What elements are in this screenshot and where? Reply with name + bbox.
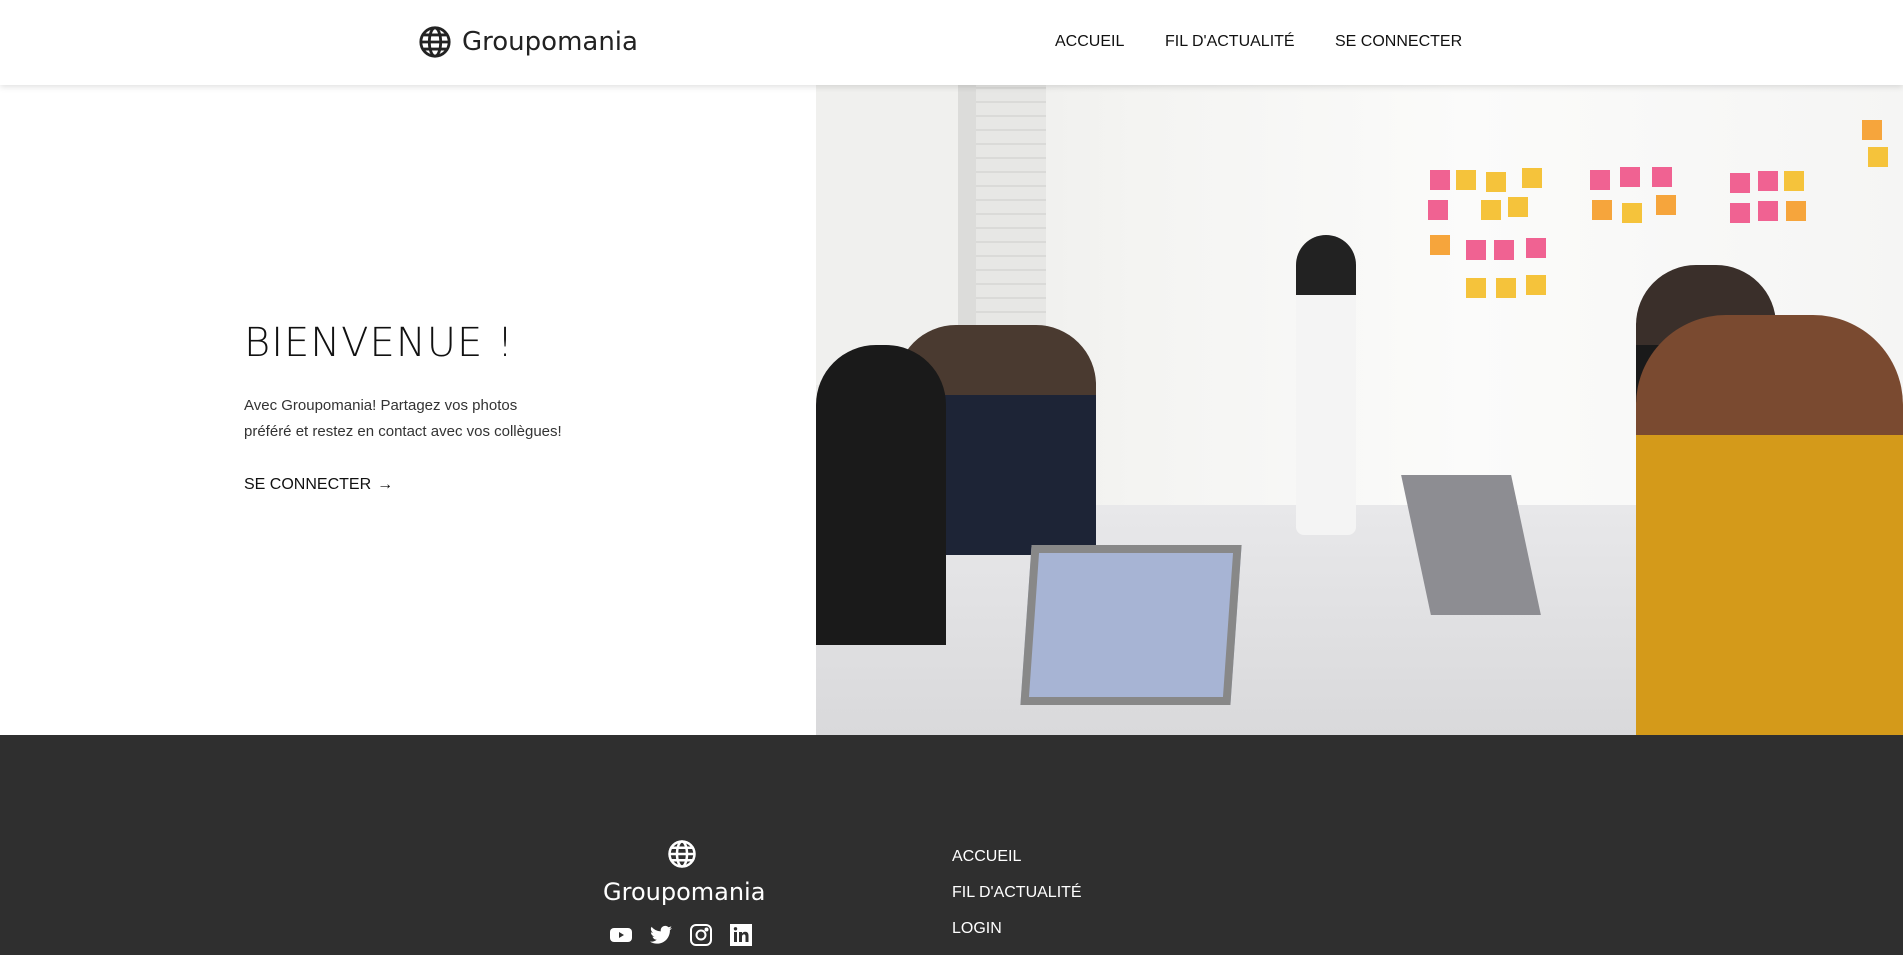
footer-link-fil-actualite[interactable]: FIL D'ACTUALITÉ (952, 884, 1082, 902)
hero-connect-link[interactable]: SE CONNECTER → (244, 476, 393, 494)
brand-name: Groupomania (462, 27, 638, 57)
footer-brand[interactable]: Groupomania (603, 839, 766, 906)
nav-se-connecter[interactable]: SE CONNECTER (1335, 33, 1462, 51)
hero-text-line1: Avec Groupomania! Partagez vos photos (244, 397, 518, 414)
linkedin-icon[interactable] (729, 923, 753, 947)
youtube-icon[interactable] (609, 923, 633, 947)
globe-icon (668, 840, 696, 868)
hero-text-line2: préféré et restez en contact avec vos co… (244, 423, 562, 440)
hero-photo (816, 85, 1903, 735)
globe-icon (419, 26, 451, 58)
twitter-icon[interactable] (649, 923, 673, 947)
instagram-icon[interactable] (689, 923, 713, 947)
footer-link-login[interactable]: LOGIN (952, 920, 1002, 938)
nav-accueil[interactable]: ACCUEIL (1055, 33, 1124, 51)
arrow-right-icon: → (377, 476, 394, 493)
header: Groupomania ACCUEIL FIL D'ACTUALITÉ SE C… (0, 0, 1903, 85)
footer-brand-name: Groupomania (603, 878, 766, 906)
hero-title: BIENVENUE ! (244, 320, 515, 366)
brand-logo[interactable]: Groupomania (418, 25, 638, 59)
nav-fil-actualite[interactable]: FIL D'ACTUALITÉ (1165, 33, 1295, 51)
cta-label: SE CONNECTER (244, 476, 372, 493)
footer: Groupomania ACCUEIL FIL D'ACTUALITÉ LOGI… (0, 735, 1903, 955)
footer-link-accueil[interactable]: ACCUEIL (952, 848, 1021, 866)
